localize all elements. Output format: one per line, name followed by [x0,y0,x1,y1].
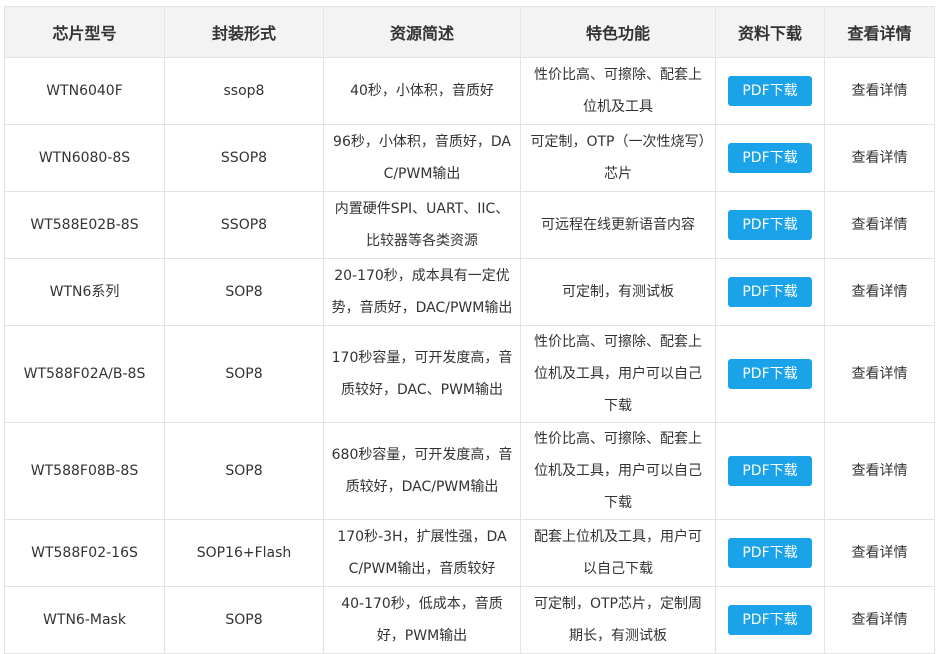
header-details: 查看详情 [824,6,935,58]
cell-details: 查看详情 [824,586,935,654]
pdf-download-button[interactable]: PDF下载 [728,277,812,307]
table-row: WTN6080-8S SSOP8 96秒，小体积，音质好，DAC/PWM输出 可… [4,124,935,192]
cell-resources: 96秒，小体积，音质好，DAC/PWM输出 [323,124,521,192]
cell-features: 性价比高、可擦除、配套上位机及工具 [520,57,716,125]
pdf-download-button[interactable]: PDF下载 [728,143,812,173]
cell-download: PDF下载 [715,519,825,587]
cell-details: 查看详情 [824,258,935,326]
cell-details: 查看详情 [824,519,935,587]
table-row: WTN6040F ssop8 40秒，小体积，音质好 性价比高、可擦除、配套上位… [4,57,935,125]
cell-download: PDF下载 [715,258,825,326]
cell-details: 查看详情 [824,57,935,125]
cell-chip-model: WTN6-Mask [4,586,165,654]
cell-download: PDF下载 [715,124,825,192]
cell-chip-model: WT588F08B-8S [4,422,165,520]
pdf-download-button[interactable]: PDF下载 [728,605,812,635]
header-package: 封装形式 [164,6,324,58]
cell-resources: 170秒-3H，扩展性强，DAC/PWM输出，音质较好 [323,519,521,587]
cell-features: 可定制，有测试板 [520,258,716,326]
cell-chip-model: WTN6080-8S [4,124,165,192]
view-details-link[interactable]: 查看详情 [852,150,908,166]
cell-features: 可远程在线更新语音内容 [520,191,716,259]
table-row: WT588F02-16S SOP16+Flash 170秒-3H，扩展性强，DA… [4,519,935,587]
cell-features: 性价比高、可擦除、配套上位机及工具，用户可以自己下载 [520,422,716,520]
pdf-download-button[interactable]: PDF下载 [728,359,812,389]
cell-details: 查看详情 [824,124,935,192]
cell-package: SOP16+Flash [164,519,324,587]
cell-features: 可定制，OTP芯片，定制周期长，有测试板 [520,586,716,654]
view-details-link[interactable]: 查看详情 [852,463,908,479]
cell-package: SOP8 [164,422,324,520]
header-features: 特色功能 [520,6,716,58]
cell-features: 配套上位机及工具，用户可以自己下载 [520,519,716,587]
cell-resources: 40-170秒，低成本，音质好，PWM输出 [323,586,521,654]
cell-package: SSOP8 [164,124,324,192]
cell-download: PDF下载 [715,57,825,125]
cell-resources: 内置硬件SPI、UART、IIC、比较器等各类资源 [323,191,521,259]
header-chip-model: 芯片型号 [4,6,165,58]
view-details-link[interactable]: 查看详情 [852,284,908,300]
pdf-download-button[interactable]: PDF下载 [728,538,812,568]
pdf-download-button[interactable]: PDF下载 [728,456,812,486]
cell-resources: 680秒容量，可开发度高，音质较好，DAC/PWM输出 [323,422,521,520]
table-row: WTN6-Mask SOP8 40-170秒，低成本，音质好，PWM输出 可定制… [4,586,935,654]
table-row: WTN6系列 SOP8 20-170秒，成本具有一定优势，音质好，DAC/PWM… [4,258,935,326]
cell-download: PDF下载 [715,191,825,259]
cell-details: 查看详情 [824,325,935,423]
cell-chip-model: WTN6系列 [4,258,165,326]
cell-package: ssop8 [164,57,324,125]
chip-table-container: 芯片型号 封装形式 资源简述 特色功能 资料下载 查看详情 WTN6040F s… [4,6,935,654]
cell-details: 查看详情 [824,191,935,259]
cell-package: SOP8 [164,586,324,654]
view-details-link[interactable]: 查看详情 [852,545,908,561]
cell-features: 可定制，OTP（一次性烧写）芯片 [520,124,716,192]
cell-resources: 170秒容量，可开发度高，音质较好，DAC、PWM输出 [323,325,521,423]
cell-chip-model: WTN6040F [4,57,165,125]
view-details-link[interactable]: 查看详情 [852,366,908,382]
table-body: WTN6040F ssop8 40秒，小体积，音质好 性价比高、可擦除、配套上位… [4,57,935,654]
header-row: 芯片型号 封装形式 资源简述 特色功能 资料下载 查看详情 [4,6,935,58]
cell-chip-model: WT588F02-16S [4,519,165,587]
view-details-link[interactable]: 查看详情 [852,612,908,628]
cell-package: SSOP8 [164,191,324,259]
table-row: WT588F02A/B-8S SOP8 170秒容量，可开发度高，音质较好，DA… [4,325,935,423]
cell-details: 查看详情 [824,422,935,520]
table-row: WT588E02B-8S SSOP8 内置硬件SPI、UART、IIC、比较器等… [4,191,935,259]
chip-table: 芯片型号 封装形式 资源简述 特色功能 资料下载 查看详情 WTN6040F s… [4,6,935,654]
cell-resources: 20-170秒，成本具有一定优势，音质好，DAC/PWM输出 [323,258,521,326]
cell-package: SOP8 [164,258,324,326]
cell-chip-model: WT588E02B-8S [4,191,165,259]
cell-download: PDF下载 [715,325,825,423]
cell-features: 性价比高、可擦除、配套上位机及工具，用户可以自己下载 [520,325,716,423]
cell-resources: 40秒，小体积，音质好 [323,57,521,125]
cell-download: PDF下载 [715,586,825,654]
cell-chip-model: WT588F02A/B-8S [4,325,165,423]
cell-download: PDF下载 [715,422,825,520]
header-download: 资料下载 [715,6,825,58]
view-details-link[interactable]: 查看详情 [852,83,908,99]
header-resources: 资源简述 [323,6,521,58]
table-row: WT588F08B-8S SOP8 680秒容量，可开发度高，音质较好，DAC/… [4,422,935,520]
view-details-link[interactable]: 查看详情 [852,217,908,233]
pdf-download-button[interactable]: PDF下载 [728,76,812,106]
pdf-download-button[interactable]: PDF下载 [728,210,812,240]
cell-package: SOP8 [164,325,324,423]
table-header: 芯片型号 封装形式 资源简述 特色功能 资料下载 查看详情 [4,6,935,58]
